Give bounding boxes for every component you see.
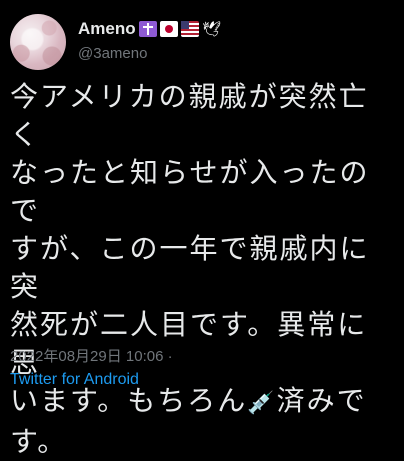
tweet-source-link[interactable]: Twitter for Android: [10, 371, 139, 389]
tweet-line: すが、この一年で親戚内に突: [10, 232, 370, 303]
syringe-emoji: 💉: [247, 391, 277, 416]
tweet-line: なったと知らせが入ったので: [10, 156, 370, 227]
tweet-line: 済みで: [276, 384, 367, 417]
us-flag-emoji: [180, 21, 199, 37]
avatar[interactable]: [10, 14, 66, 70]
tweet-line: 然死が二人目です。異常に思: [10, 308, 368, 379]
name-row[interactable]: Ameno 🕊: [78, 18, 222, 40]
dove-emoji: 🕊: [202, 20, 222, 38]
latin-cross-emoji: [138, 21, 157, 37]
tweet-line: す。: [10, 425, 68, 458]
tweet-text: 今アメリカの親戚が突然亡く なったと知らせが入ったので すが、この一年で親戚内に…: [10, 78, 394, 461]
user-handle[interactable]: @3ameno: [78, 45, 147, 62]
tweet-header: Ameno 🕊 @3ameno: [10, 14, 394, 70]
tweet-line: 今アメリカの親戚が突然亡く: [10, 80, 369, 151]
tweet-timestamp[interactable]: 2022年08月29日 10:06 ·: [10, 345, 173, 366]
display-name[interactable]: Ameno: [78, 19, 136, 39]
japan-flag-emoji: [159, 21, 178, 37]
